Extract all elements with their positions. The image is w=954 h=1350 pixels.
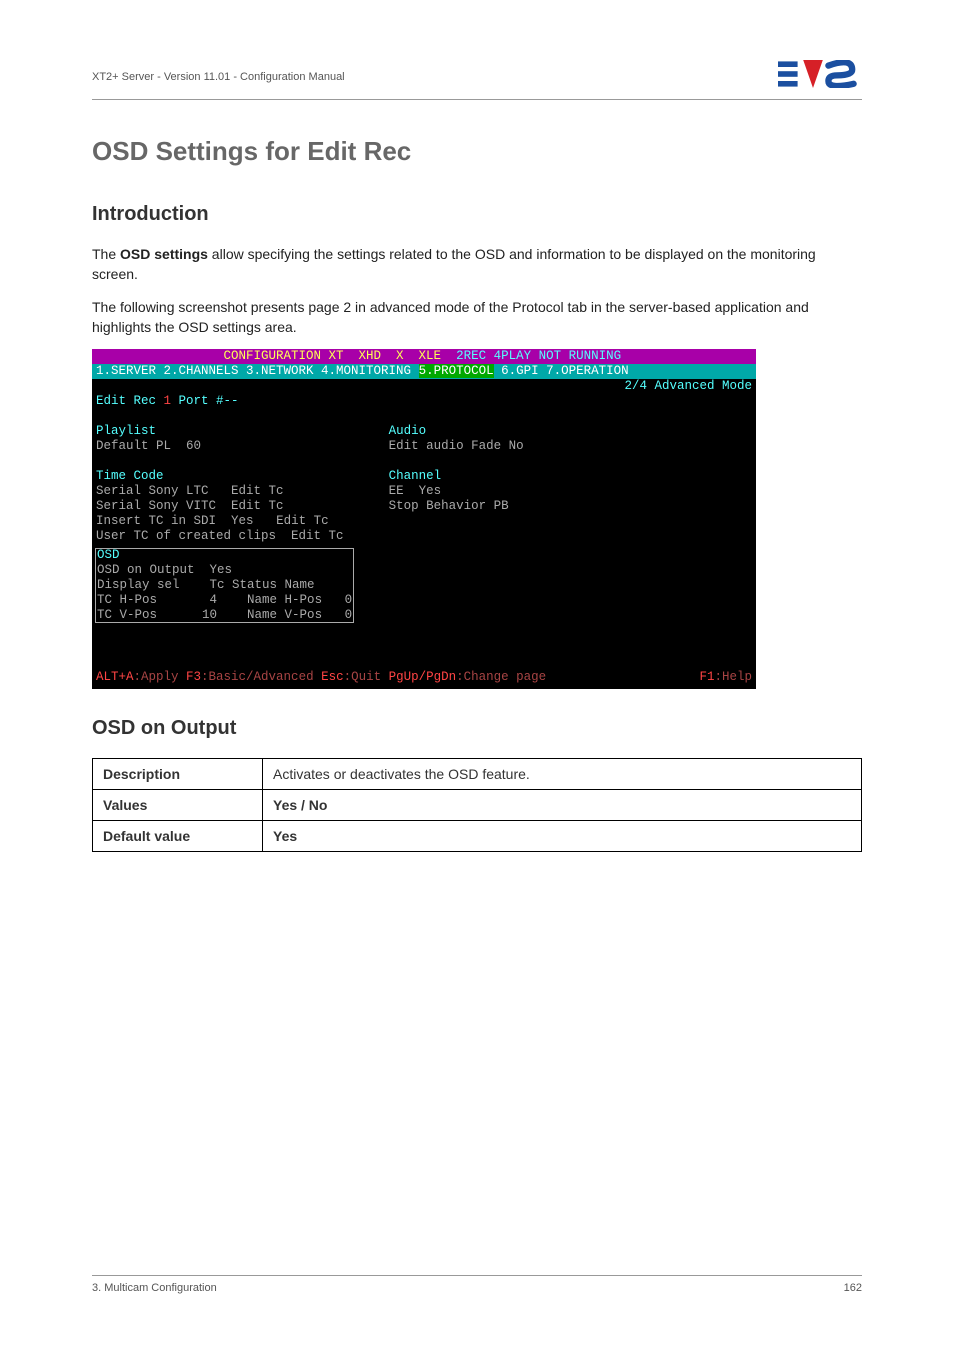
- advanced-mode-label: 2/4 Advanced Mode: [624, 379, 752, 394]
- port-number: 1: [164, 394, 172, 408]
- values-bold: Yes / No: [273, 797, 327, 813]
- playlist-audio-row: Playlist Audio: [92, 424, 756, 439]
- label: Default PL: [96, 439, 186, 453]
- introduction-heading: Introduction: [92, 203, 862, 226]
- value: 60: [186, 439, 201, 453]
- text: :Help: [714, 670, 752, 684]
- evs-logo: [778, 60, 862, 93]
- timecode-head: Time Code: [96, 469, 164, 483]
- intro-paragraph-2: The following screenshot presents page 2…: [92, 297, 862, 338]
- value: Edit Tc: [231, 484, 284, 498]
- value: 0: [345, 608, 353, 622]
- intro-paragraph-1: The OSD settings allow specifying the se…: [92, 244, 862, 285]
- text: :Quit: [344, 670, 389, 684]
- label: TC V-Pos: [97, 608, 202, 622]
- value: PB: [494, 499, 509, 513]
- tabs-post: 6.GPI 7.OPERATION: [494, 364, 629, 378]
- value: 0: [345, 593, 353, 607]
- doc-title: XT2+ Server - Version 11.01 - Configurat…: [92, 71, 345, 83]
- mode-line: 2/4 Advanced Mode: [92, 379, 756, 394]
- value: No: [509, 439, 524, 453]
- value: Edit Tc: [276, 514, 329, 528]
- port-line: Edit Rec 1 Port #--: [92, 394, 756, 409]
- text: Port #--: [171, 394, 239, 408]
- rec-status: 2REC 4PLAY NOT RUNNING: [456, 349, 621, 363]
- text: The: [92, 246, 120, 262]
- value: Tc Status Name: [210, 578, 315, 592]
- page-header: XT2+ Server - Version 11.01 - Configurat…: [92, 60, 862, 100]
- label: TC H-Pos: [97, 593, 210, 607]
- value: Edit Tc: [231, 499, 284, 513]
- label: Display sel: [97, 578, 210, 592]
- key: Esc: [321, 670, 344, 684]
- spacer: [254, 514, 277, 528]
- label: Serial Sony LTC: [96, 484, 231, 498]
- label: Name H-Pos: [217, 593, 345, 607]
- audio-head: Audio: [389, 424, 427, 438]
- playlist-head: Playlist: [96, 424, 156, 438]
- channel-head: Channel: [389, 469, 442, 483]
- text: :Basic/Advanced: [201, 670, 321, 684]
- key: ALT+A: [96, 670, 134, 684]
- key: F3: [186, 670, 201, 684]
- label: Name V-Pos: [217, 608, 345, 622]
- term-tabs: 1.SERVER 2.CHANNELS 3.NETWORK 4.MONITORI…: [92, 364, 756, 379]
- value: Yes: [210, 563, 233, 577]
- value: Edit Tc: [291, 529, 344, 543]
- osd-settings-bold: OSD settings: [120, 246, 208, 262]
- tabs-pre: 1.SERVER 2.CHANNELS 3.NETWORK 4.MONITORI…: [96, 364, 419, 378]
- page-footer: 3. Multicam Configuration 162: [92, 1275, 862, 1294]
- terminal-screenshot: CONFIGURATION XT XHD X XLE 2REC 4PLAY NO…: [92, 349, 756, 689]
- text: :Apply: [134, 670, 187, 684]
- label: Edit audio Fade: [389, 439, 509, 453]
- values-label: Values: [93, 790, 263, 821]
- osd-box-wrapper: OSD OSD on Output Yes Display sel Tc Sta…: [92, 548, 756, 625]
- footer-section: 3. Multicam Configuration: [92, 1282, 217, 1294]
- config-label: CONFIGURATION XT XHD X XLE: [96, 349, 456, 363]
- desc-value: Activates or deactivates the OSD feature…: [263, 759, 862, 790]
- footer-page-number: 162: [844, 1282, 862, 1294]
- tc-chan-heads: Time Code Channel: [92, 469, 756, 484]
- label: User TC of created clips: [96, 529, 291, 543]
- default-pl-row: Default PL 60 Edit audio Fade No: [92, 439, 756, 454]
- label: Serial Sony VITC: [96, 499, 231, 513]
- label: EE: [389, 484, 419, 498]
- default-value: Yes: [263, 821, 862, 852]
- text: Edit Rec: [96, 394, 164, 408]
- text: :Change page: [456, 670, 546, 684]
- label: Insert TC in SDI: [96, 514, 231, 528]
- osd-on-output-heading: OSD on Output: [92, 717, 862, 740]
- tab-protocol-active: 5.PROTOCOL: [419, 364, 494, 378]
- default-label: Default value: [93, 821, 263, 852]
- osd-head: OSD: [97, 548, 120, 562]
- table-row: Description Activates or deactivates the…: [93, 759, 862, 790]
- values-value: Yes / No: [263, 790, 862, 821]
- value: 10: [202, 608, 217, 622]
- key: F1: [699, 670, 714, 684]
- default-bold: Yes: [273, 828, 297, 844]
- table-row: Default value Yes: [93, 821, 862, 852]
- table-row: Values Yes / No: [93, 790, 862, 821]
- label: OSD on Output: [97, 563, 210, 577]
- term-footer: ALT+A:Apply F3:Basic/Advanced Esc:Quit P…: [92, 670, 756, 685]
- label: Stop Behavior: [389, 499, 494, 513]
- value: 4: [210, 593, 218, 607]
- key: PgUp/PgDn: [389, 670, 457, 684]
- osd-on-output-table: Description Activates or deactivates the…: [92, 758, 862, 852]
- value: Yes: [419, 484, 442, 498]
- value: Yes: [231, 514, 254, 528]
- section-title: OSD Settings for Edit Rec: [92, 136, 862, 167]
- term-title-bar: CONFIGURATION XT XHD X XLE 2REC 4PLAY NO…: [92, 349, 756, 364]
- desc-label: Description: [93, 759, 263, 790]
